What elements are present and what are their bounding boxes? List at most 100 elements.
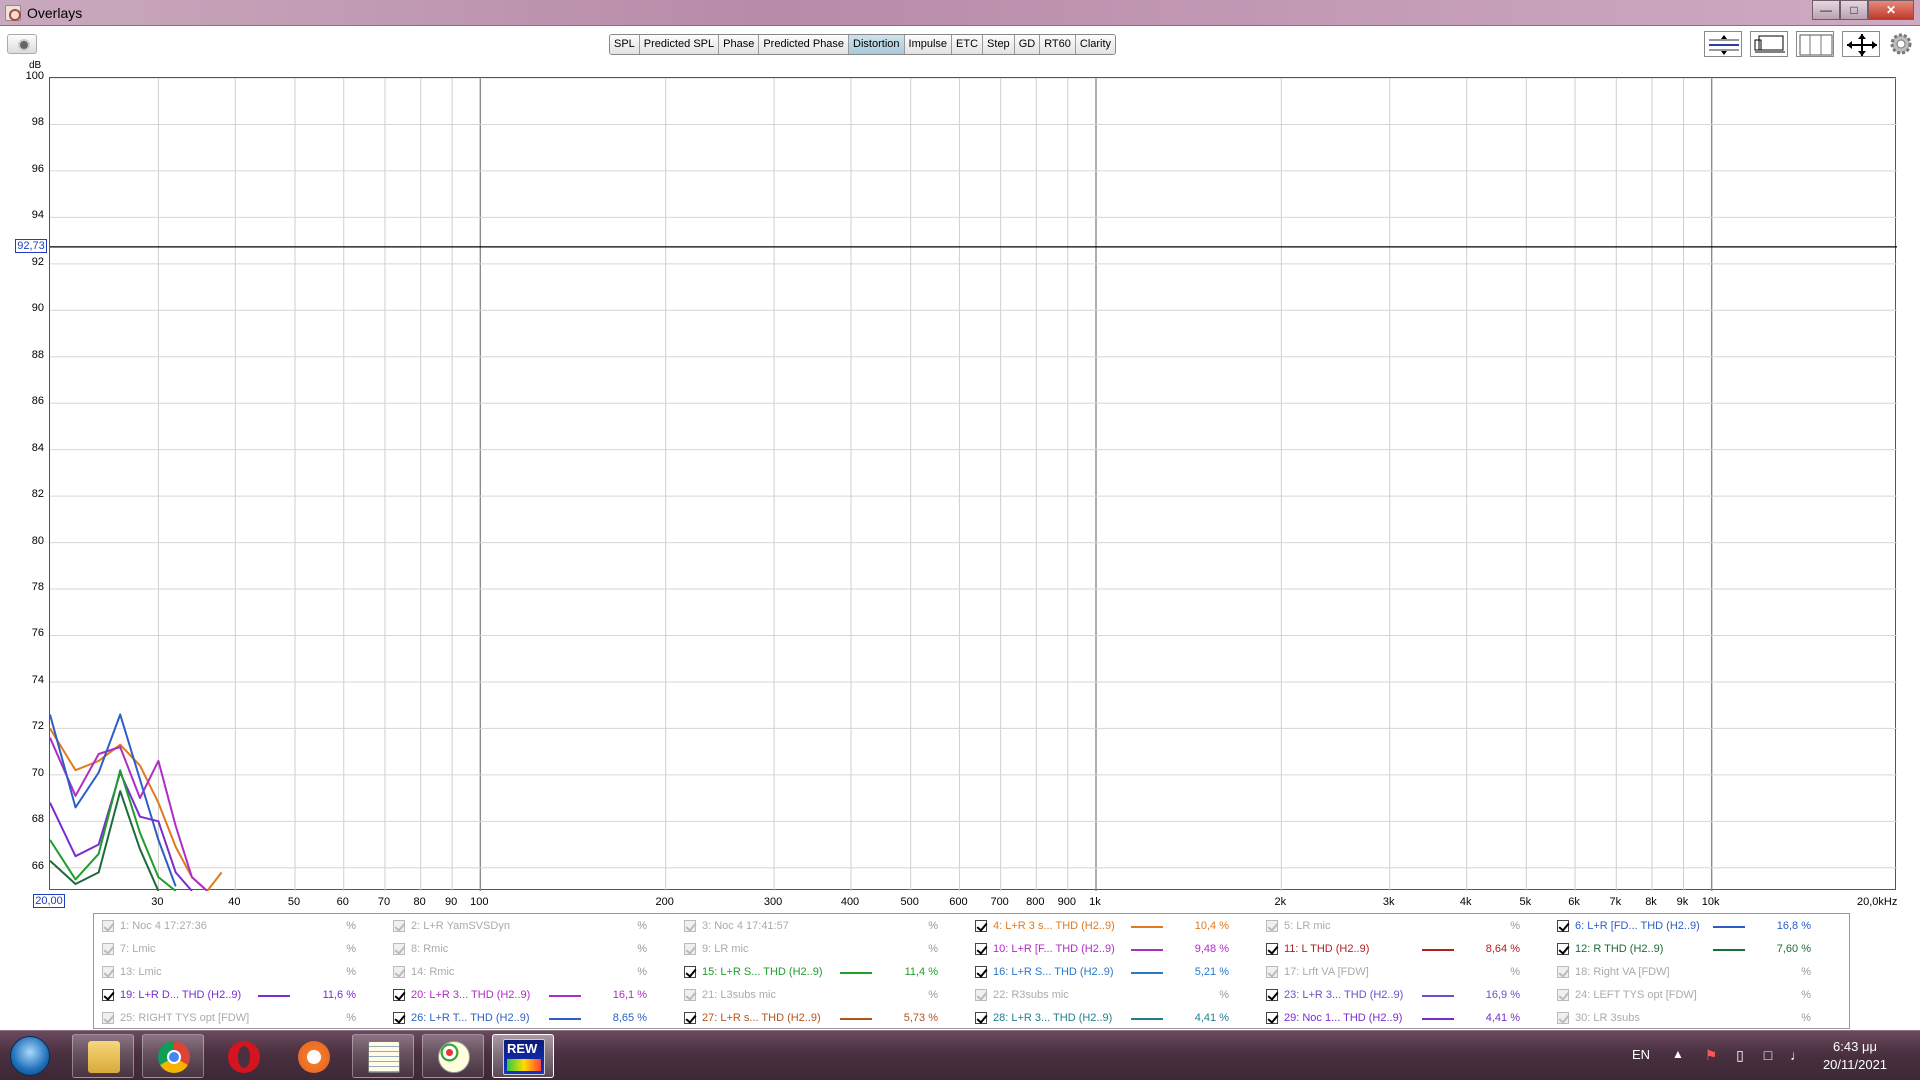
legend-checkbox[interactable] — [102, 1012, 114, 1024]
taskbar-chrome[interactable] — [142, 1034, 204, 1078]
legend-checkbox[interactable] — [684, 943, 696, 955]
legend-label[interactable]: 27: L+R s... THD (H2..9) — [702, 1012, 821, 1024]
legend-label[interactable]: 13: Lmic — [120, 966, 162, 978]
start-button[interactable] — [4, 1033, 56, 1079]
gear-icon[interactable] — [1888, 31, 1914, 57]
battery-icon[interactable]: ▯ — [1732, 1047, 1748, 1063]
legend-label[interactable]: 9: LR mic — [702, 943, 748, 955]
legend-label[interactable]: 7: Lmic — [120, 943, 155, 955]
legend-label[interactable]: 26: L+R T... THD (H2..9) — [411, 1012, 530, 1024]
legend-label[interactable]: 28: L+R 3... THD (H2..9) — [993, 1012, 1112, 1024]
overlay-view-icon[interactable] — [1750, 31, 1788, 57]
tab-predicted-phase[interactable]: Predicted Phase — [759, 35, 850, 54]
tab-step[interactable]: Step — [983, 35, 1015, 54]
legend-label[interactable]: 10: L+R [F... THD (H2..9) — [993, 943, 1115, 955]
legend-checkbox[interactable] — [684, 920, 696, 932]
legend-checkbox[interactable] — [393, 920, 405, 932]
legend-checkbox[interactable] — [684, 989, 696, 1001]
system-clock[interactable]: 6:43 μμ 20/11/2021 — [1810, 1038, 1900, 1074]
window-controls: — □ ✕ — [1812, 0, 1914, 20]
legend-label[interactable]: 18: Right VA [FDW] — [1575, 966, 1670, 978]
tab-clarity[interactable]: Clarity — [1075, 35, 1116, 54]
legend-checkbox[interactable] — [102, 966, 114, 978]
language-indicator[interactable]: EN — [1632, 1047, 1650, 1062]
legend-label[interactable]: 15: L+R S... THD (H2..9) — [702, 966, 823, 978]
tab-impulse[interactable]: Impulse — [904, 35, 953, 54]
taskbar-opera[interactable] — [212, 1034, 274, 1078]
legend-checkbox[interactable] — [393, 943, 405, 955]
close-button[interactable]: ✕ — [1868, 0, 1914, 20]
legend-label[interactable]: 24: LEFT TYS opt [FDW] — [1575, 989, 1697, 1001]
taskbar-file-explorer[interactable] — [72, 1034, 134, 1078]
legend-checkbox[interactable] — [1266, 1012, 1278, 1024]
signal-icon[interactable]: □ — [1760, 1047, 1776, 1063]
plot-area[interactable] — [49, 77, 1897, 892]
legend-checkbox[interactable] — [975, 1012, 987, 1024]
fit-all-icon[interactable] — [1842, 31, 1880, 57]
legend-checkbox[interactable] — [684, 966, 696, 978]
taskbar-brave[interactable] — [282, 1034, 344, 1078]
legend-checkbox[interactable] — [393, 989, 405, 1001]
maximize-button[interactable]: □ — [1840, 0, 1868, 20]
network-error-icon[interactable]: ⚑ — [1703, 1047, 1719, 1063]
tab-phase[interactable]: Phase — [719, 35, 760, 54]
legend-checkbox[interactable] — [1266, 943, 1278, 955]
legend-label[interactable]: 12: R THD (H2..9) — [1575, 943, 1663, 955]
tab-distortion[interactable]: Distortion — [849, 35, 905, 54]
volume-icon[interactable]: ♩ — [1789, 1047, 1805, 1063]
legend-checkbox[interactable] — [1557, 1012, 1569, 1024]
tab-predicted-spl[interactable]: Predicted SPL — [639, 35, 720, 54]
taskbar-paint[interactable] — [422, 1034, 484, 1078]
legend-checkbox[interactable] — [1557, 943, 1569, 955]
legend-checkbox[interactable] — [684, 1012, 696, 1024]
legend-checkbox[interactable] — [975, 989, 987, 1001]
legend-label[interactable]: 17: Lrft VA [FDW] — [1284, 966, 1369, 978]
y-tick-label: 92 — [31, 255, 44, 268]
legend-label[interactable]: 20: L+R 3... THD (H2..9) — [411, 989, 530, 1001]
taskbar-notepad[interactable] — [352, 1034, 414, 1078]
legend-checkbox[interactable] — [1557, 920, 1569, 932]
minimize-button[interactable]: — — [1812, 0, 1840, 20]
legend-label[interactable]: 11: L THD (H2..9) — [1284, 943, 1369, 955]
legend-label[interactable]: 21: L3subs mic — [702, 989, 776, 1001]
legend-checkbox[interactable] — [393, 966, 405, 978]
show-hidden-icons-icon[interactable]: ▲ — [1672, 1047, 1684, 1061]
legend-label[interactable]: 3: Noc 4 17:41:57 — [702, 920, 789, 932]
legend-checkbox[interactable] — [975, 920, 987, 932]
legend-label[interactable]: 2: L+R YamSVSDyn — [411, 920, 510, 932]
legend-label[interactable]: 5: LR mic — [1284, 920, 1330, 932]
legend-checkbox[interactable] — [1266, 920, 1278, 932]
legend-checkbox[interactable] — [1557, 989, 1569, 1001]
legend-label[interactable]: 22: R3subs mic — [993, 989, 1069, 1001]
x-tick-label: 200 — [655, 896, 674, 908]
legend-label[interactable]: 23: L+R 3... THD (H2..9) — [1284, 989, 1403, 1001]
legend-label[interactable]: 19: L+R D... THD (H2..9) — [120, 989, 241, 1001]
camera-icon[interactable] — [7, 34, 37, 54]
columns-view-icon[interactable] — [1796, 31, 1834, 57]
legend-checkbox[interactable] — [393, 1012, 405, 1024]
legend-label[interactable]: 16: L+R S... THD (H2..9) — [993, 966, 1114, 978]
legend-checkbox[interactable] — [1266, 966, 1278, 978]
legend-checkbox[interactable] — [102, 989, 114, 1001]
tab-rt60[interactable]: RT60 — [1040, 35, 1076, 54]
legend-checkbox[interactable] — [1557, 966, 1569, 978]
legend-label[interactable]: 4: L+R 3 s... THD (H2..9) — [993, 920, 1115, 932]
legend-checkbox[interactable] — [102, 943, 114, 955]
legend-label[interactable]: 1: Noc 4 17:27:36 — [120, 920, 207, 932]
legend-checkbox[interactable] — [102, 920, 114, 932]
legend-checkbox[interactable] — [975, 943, 987, 955]
taskbar-rew[interactable]: REW — [492, 1034, 554, 1078]
distortion-chart[interactable] — [49, 77, 1897, 892]
legend-label[interactable]: 30: LR 3subs — [1575, 1012, 1640, 1024]
tab-gd[interactable]: GD — [1014, 35, 1041, 54]
legend-label[interactable]: 29: Noc 1... THD (H2..9) — [1284, 1012, 1402, 1024]
legend-checkbox[interactable] — [975, 966, 987, 978]
legend-label[interactable]: 14: Rmic — [411, 966, 454, 978]
vertical-zoom-icon[interactable] — [1704, 31, 1742, 57]
legend-label[interactable]: 6: L+R [FD... THD (H2..9) — [1575, 920, 1700, 932]
legend-checkbox[interactable] — [1266, 989, 1278, 1001]
legend-label[interactable]: 25: RIGHT TYS opt [FDW] — [120, 1012, 249, 1024]
legend-label[interactable]: 8: Rmic — [411, 943, 448, 955]
tab-spl[interactable]: SPL — [610, 35, 640, 54]
tab-etc[interactable]: ETC — [952, 35, 984, 54]
